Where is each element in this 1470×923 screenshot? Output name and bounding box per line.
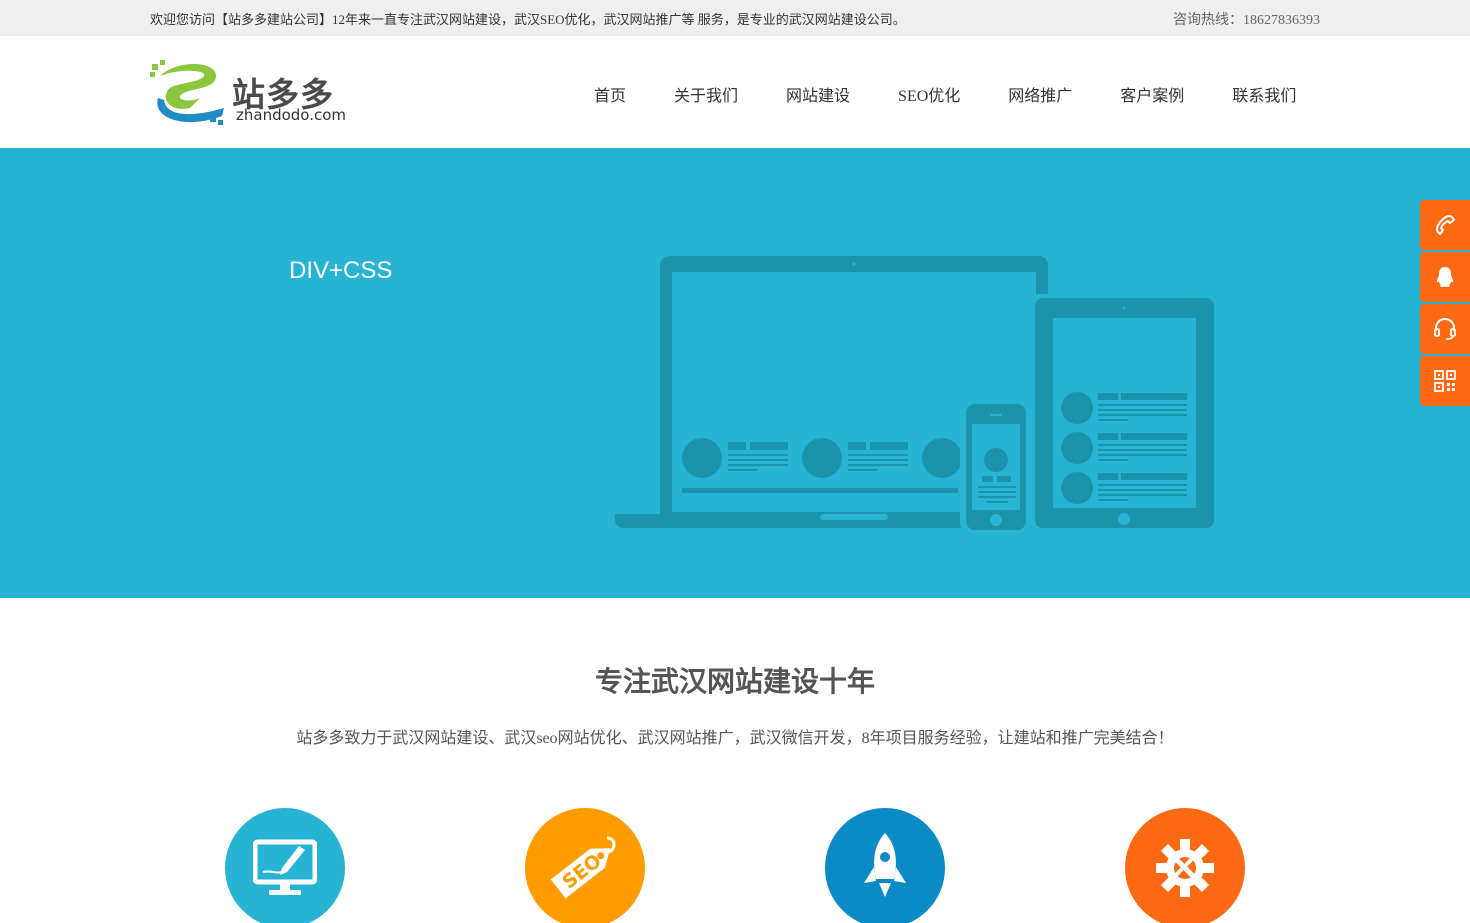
logo-mark-icon [150, 60, 224, 125]
nav-item-promotion[interactable]: 网络推广 [984, 82, 1096, 106]
nav-item-home[interactable]: 首页 [570, 82, 650, 106]
side-tool-qrcode[interactable] [1420, 356, 1470, 406]
side-tool-service[interactable] [1420, 304, 1470, 354]
rocket-icon [864, 833, 906, 897]
intro-title: 专注武汉网站建设十年 [594, 665, 875, 698]
headset-icon [1434, 318, 1456, 340]
gear-tools-icon [1156, 839, 1214, 897]
side-toolbar [1420, 200, 1470, 408]
hotline-text: 咨询热线：18627836393 [1173, 13, 1320, 28]
site-logo[interactable]: 站多多 zhandodo.com [150, 58, 360, 130]
logo-domain-text: zhandodo.com [236, 106, 347, 124]
intro-description: 站多多致力于武汉网站建设、武汉seo网站优化、武汉网站推广，武汉微信开发，8年项… [296, 730, 1174, 747]
service-maintenance[interactable] [1125, 808, 1245, 923]
web-design-icon [253, 839, 317, 895]
nav-item-website-building[interactable]: 网站建设 [762, 82, 874, 106]
qq-icon [1436, 267, 1454, 287]
welcome-text: 欢迎您访问【站多多建站公司】12年来一直专注武汉网站建设，武汉SEO优化，武汉网… [150, 12, 906, 27]
nav-item-seo[interactable]: SEO优化 [874, 82, 984, 106]
nav-item-cases[interactable]: 客户案例 [1096, 82, 1208, 106]
service-seo[interactable]: SEO [525, 808, 645, 923]
hero-banner[interactable]: DIV+CSS [0, 148, 1470, 598]
service-promotion[interactable] [825, 808, 945, 923]
seo-tag-icon: SEO [550, 836, 616, 899]
side-tool-qq[interactable] [1420, 252, 1470, 302]
responsive-devices-illustration [615, 256, 1218, 534]
nav-item-about[interactable]: 关于我们 [650, 82, 762, 106]
top-bar: 欢迎您访问【站多多建站公司】12年来一直专注武汉网站建设，武汉SEO优化，武汉网… [0, 0, 1470, 36]
main-nav: 首页 关于我们 网站建设 SEO优化 网络推广 客户案例 联系我们 [570, 82, 1320, 106]
side-tool-phone[interactable] [1420, 200, 1470, 250]
service-web-design[interactable] [225, 808, 345, 923]
qrcode-icon [1434, 370, 1456, 392]
site-header: 站多多 zhandodo.com 首页 关于我们 网站建设 SEO优化 网络推广… [0, 36, 1470, 148]
phone-icon [1436, 215, 1455, 235]
nav-item-contact[interactable]: 联系我们 [1208, 82, 1320, 106]
